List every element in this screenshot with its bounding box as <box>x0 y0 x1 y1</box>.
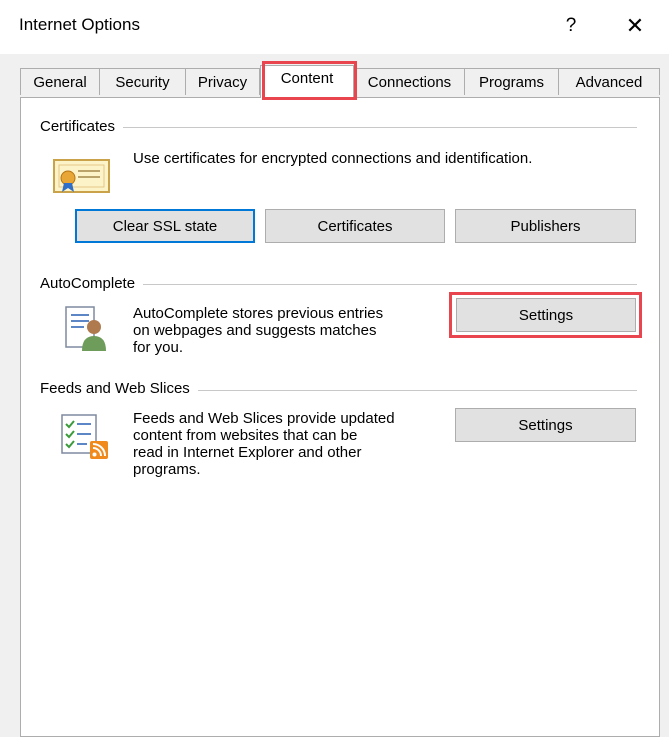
tab-privacy[interactable]: Privacy <box>185 68 260 95</box>
feeds-rss-icon <box>61 414 108 459</box>
autocomplete-settings-button[interactable]: Settings <box>456 298 636 332</box>
autocomplete-description-line: for you. <box>133 339 184 356</box>
tab-connections[interactable]: Connections <box>354 68 465 95</box>
autocomplete-description-line: AutoComplete stores previous entries <box>133 305 384 322</box>
feeds-description-line: programs. <box>133 461 201 478</box>
tab-advanced[interactable]: Advanced <box>558 68 660 95</box>
autocomplete-group-label: AutoComplete <box>40 275 144 292</box>
tab-general[interactable]: General <box>20 68 100 95</box>
help-icon: ? <box>565 15 577 36</box>
help-button[interactable]: ? <box>553 8 589 44</box>
feeds-group-label: Feeds and Web Slices <box>40 380 198 397</box>
certificates-group-label: Certificates <box>40 118 124 135</box>
autocomplete-description: AutoComplete stores previous entries on … <box>133 305 383 356</box>
feeds-description-line: content from websites that can be <box>133 427 358 444</box>
tab-programs[interactable]: Programs <box>464 68 559 95</box>
autocomplete-user-icon <box>65 306 106 351</box>
certificates-description: Use certificates for encrypted connectio… <box>133 150 533 167</box>
tab-content[interactable]: Content <box>260 65 354 98</box>
feeds-description-line: Feeds and Web Slices provide updated <box>133 410 395 427</box>
certificate-icon <box>53 159 110 193</box>
clear-ssl-state-button[interactable]: Clear SSL state <box>75 209 255 243</box>
close-icon: ✕ <box>625 13 645 38</box>
certificates-divider <box>40 127 637 128</box>
title-bar: Internet Options ? ✕ <box>0 0 669 54</box>
autocomplete-description-line: on webpages and suggests matches <box>133 322 377 339</box>
publishers-button[interactable]: Publishers <box>455 209 636 243</box>
feeds-description: Feeds and Web Slices provide updated con… <box>133 410 395 478</box>
feeds-description-line: read in Internet Explorer and other <box>133 444 362 461</box>
tab-security[interactable]: Security <box>99 68 186 95</box>
certificates-button[interactable]: Certificates <box>265 209 445 243</box>
close-button[interactable]: ✕ <box>617 8 653 44</box>
feeds-settings-button[interactable]: Settings <box>455 408 636 442</box>
window-title: Internet Options <box>19 15 140 34</box>
